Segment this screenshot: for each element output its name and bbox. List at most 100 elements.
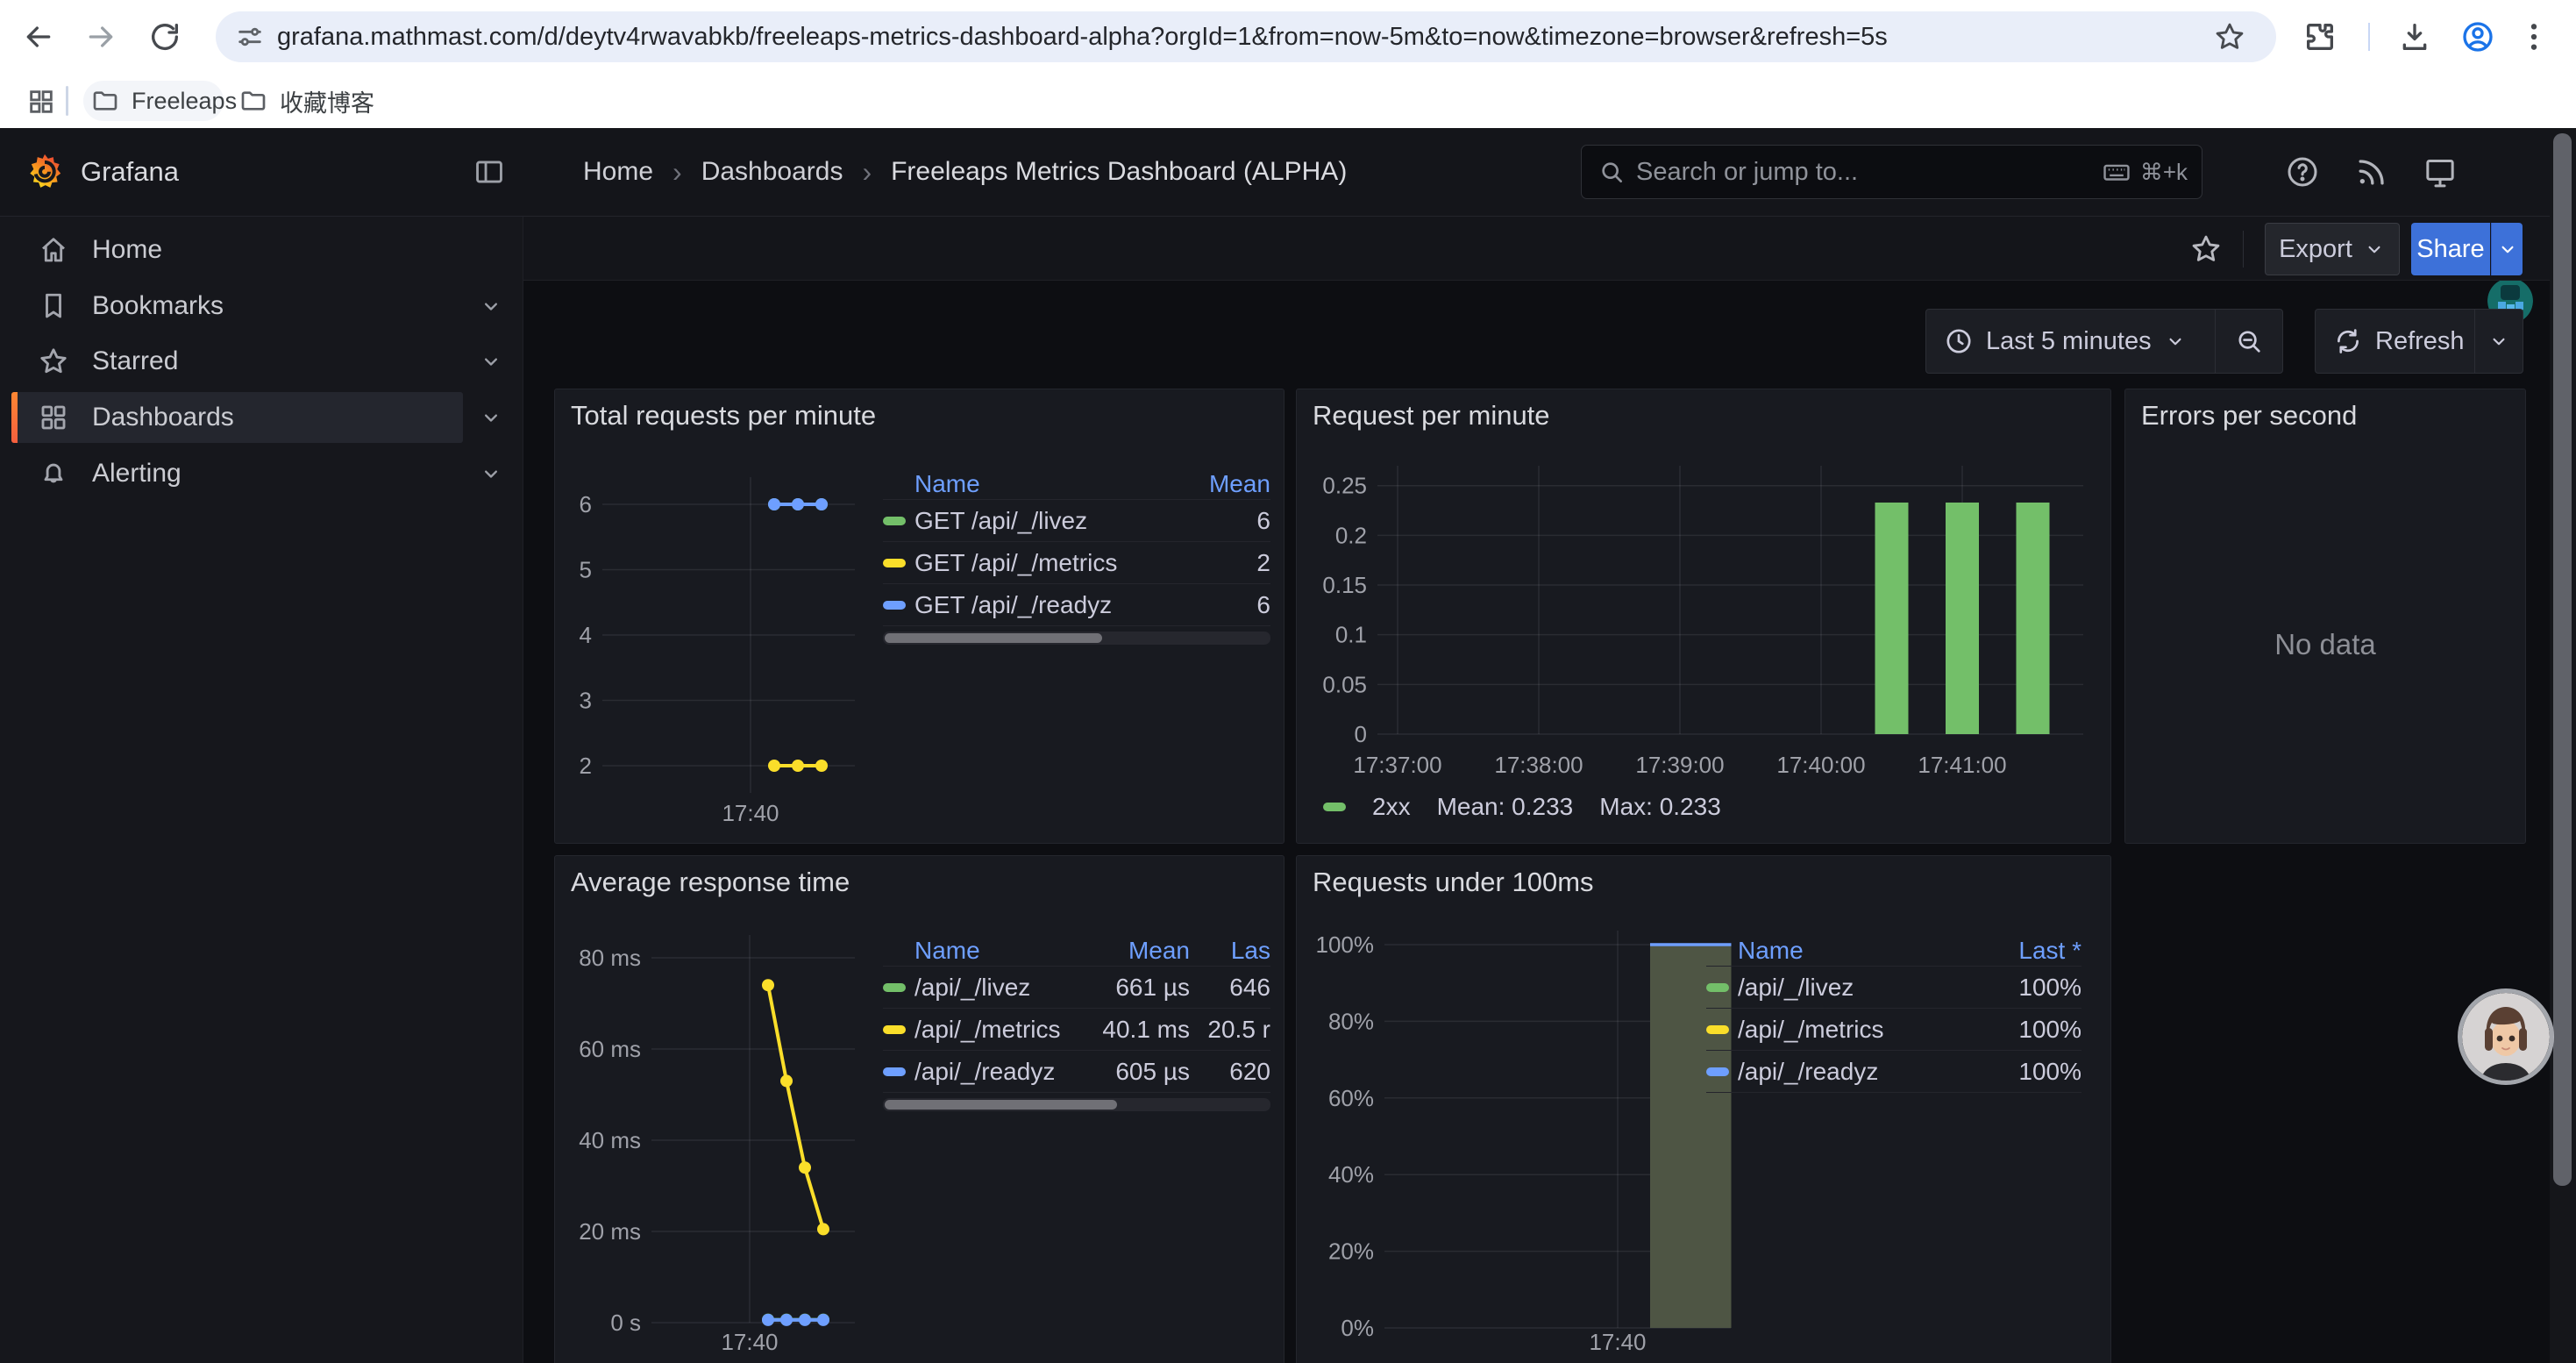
extensions-icon[interactable] <box>2302 19 2338 54</box>
scrollbar-thumb[interactable] <box>2553 133 2572 1186</box>
news-rss-icon[interactable] <box>2354 154 2389 189</box>
svg-text:60%: 60% <box>1328 1085 1374 1111</box>
profile-icon[interactable] <box>2460 19 2495 54</box>
bookmarks-divider <box>66 86 68 116</box>
time-range-picker[interactable]: Last 5 minutes <box>1926 310 2215 373</box>
panel-title[interactable]: Average response time <box>571 867 850 898</box>
sidebar-item-dashboards[interactable]: Dashboards <box>11 392 463 443</box>
legend-row[interactable]: /api/_/livez100% <box>1706 967 2081 1009</box>
legend-table: NameLast */api/_/livez100%/api/_/metrics… <box>1706 935 2081 1093</box>
table-scrollbar[interactable] <box>883 1098 1270 1111</box>
site-info-icon[interactable] <box>235 22 265 52</box>
sidebar-item-label: Alerting <box>92 459 181 489</box>
legend-row[interactable]: /api/_/readyz605 µs620 <box>883 1051 1270 1093</box>
bookmark-label: Freeleaps <box>132 88 237 115</box>
panel-title[interactable]: Total requests per minute <box>571 400 876 432</box>
share-button[interactable]: Share <box>2411 223 2490 275</box>
kiosk-monitor-icon[interactable] <box>2423 154 2458 189</box>
downloads-icon[interactable] <box>2397 19 2432 54</box>
refresh-interval-button[interactable] <box>2475 310 2523 373</box>
legend-table-header: NameMean <box>883 468 1270 500</box>
svg-text:17:38:00: 17:38:00 <box>1494 752 1583 778</box>
legend-row[interactable]: /api/_/readyz100% <box>1706 1051 2081 1093</box>
share-menu-button[interactable] <box>2491 223 2523 275</box>
forward-icon[interactable] <box>83 19 118 54</box>
legend-max: Max: 0.233 <box>1599 793 1721 821</box>
grafana-logo-icon <box>25 151 65 193</box>
legend-row[interactable]: GET /api/_/readyz6 <box>883 584 1270 626</box>
panel-request-per-minute: Request per minute 0.250.20.150.10.05017… <box>1296 389 2111 844</box>
search-input[interactable]: Search or jump to... ⌘+k <box>1581 145 2202 199</box>
legend-row[interactable]: GET /api/_/livez6 <box>883 500 1270 542</box>
area-chart[interactable]: 100%80%60%40%20%0%17:40 <box>1302 896 1758 1363</box>
legend-row[interactable]: /api/_/metrics40.1 ms20.5 r <box>883 1009 1270 1051</box>
refresh-controls: Refresh <box>2315 309 2523 374</box>
panel-title[interactable]: Request per minute <box>1313 400 1550 432</box>
chevron-down-icon[interactable] <box>479 405 503 430</box>
sidebar-item-starred[interactable]: Starred <box>11 336 463 387</box>
panel-errors-per-second: Errors per second No data <box>2124 389 2526 844</box>
sidebar-item-label: Bookmarks <box>92 291 224 321</box>
zoom-out-button[interactable] <box>2216 310 2282 373</box>
grafana-brand[interactable]: Grafana <box>25 128 179 216</box>
sidebar-item-bookmarks[interactable]: Bookmarks <box>11 281 463 332</box>
address-bar[interactable]: grafana.mathmast.com/d/deytv4rwavabkb/fr… <box>216 11 2276 62</box>
legend-table: NameMeanLas/api/_/livez661 µs646/api/_/m… <box>883 935 1270 1111</box>
legend-mean: Mean: 0.233 <box>1437 793 1574 821</box>
panel-title[interactable]: Errors per second <box>2141 400 2357 432</box>
svg-text:17:41:00: 17:41:00 <box>1918 752 2006 778</box>
svg-text:0.05: 0.05 <box>1322 671 1367 697</box>
bar-chart[interactable]: 0.250.20.150.10.05017:37:0017:38:0017:39… <box>1302 429 2102 797</box>
svg-text:20 ms: 20 ms <box>579 1218 641 1245</box>
sidebar-item-home[interactable]: Home <box>11 225 463 275</box>
legend-swatch <box>1706 983 1729 992</box>
bell-icon <box>38 458 69 489</box>
timeseries-chart[interactable]: 6543217:40 <box>560 429 885 841</box>
search-icon <box>1598 158 1626 186</box>
svg-text:0.15: 0.15 <box>1322 572 1367 598</box>
panel-average-response-time: Average response time 80 ms60 ms40 ms20 … <box>554 855 1284 1363</box>
chevron-down-icon <box>2487 330 2510 353</box>
svg-text:17:37:00: 17:37:00 <box>1353 752 1441 778</box>
folder-icon <box>91 87 119 115</box>
refresh-button[interactable]: Refresh <box>2316 310 2474 373</box>
url-text[interactable]: grafana.mathmast.com/d/deytv4rwavabkb/fr… <box>277 23 1888 52</box>
reload-icon[interactable] <box>147 19 182 54</box>
chevron-down-icon[interactable] <box>479 461 503 486</box>
chevron-down-icon[interactable] <box>479 294 503 318</box>
export-button[interactable]: Export <box>2265 223 2400 275</box>
timeseries-chart[interactable]: 80 ms60 ms40 ms20 ms0 s17:40 <box>560 896 885 1363</box>
browser-menu-icon[interactable] <box>2516 19 2551 54</box>
bookmark-folder-freeleaps[interactable]: Freeleaps <box>91 74 237 128</box>
floating-assistant-avatar[interactable] <box>2462 993 2550 1081</box>
chart-legend[interactable]: 2xx Mean: 0.233 Max: 0.233 <box>1323 793 1721 821</box>
dashboard-star-icon[interactable] <box>2189 232 2223 266</box>
bookmark-folder-blogs[interactable]: 收藏博客 <box>239 74 374 128</box>
legend-row[interactable]: /api/_/livez661 µs646 <box>883 967 1270 1009</box>
sidebar-item-alerting[interactable]: Alerting <box>11 448 463 499</box>
chevron-down-icon[interactable] <box>479 349 503 374</box>
legend-table-header: NameLast * <box>1706 935 2081 967</box>
table-scrollbar[interactable] <box>883 632 1270 645</box>
svg-text:40%: 40% <box>1328 1161 1374 1188</box>
apps-grid-icon[interactable] <box>26 87 56 117</box>
bookmark-star-icon[interactable] <box>2213 20 2246 54</box>
sidebar-item-label: Dashboards <box>92 403 234 432</box>
search-shortcut: ⌘+k <box>2102 157 2188 187</box>
svg-text:0%: 0% <box>1341 1315 1374 1341</box>
panel-title[interactable]: Requests under 100ms <box>1313 867 1594 898</box>
help-icon[interactable] <box>2285 154 2320 189</box>
clock-icon <box>1944 326 1974 356</box>
sidebar-toggle-icon[interactable] <box>473 155 506 189</box>
breadcrumb-home[interactable]: Home <box>583 157 653 187</box>
legend-swatch <box>1323 803 1346 811</box>
svg-text:100%: 100% <box>1316 931 1375 958</box>
legend-row[interactable]: /api/_/metrics100% <box>1706 1009 2081 1051</box>
svg-text:17:39:00: 17:39:00 <box>1635 752 1724 778</box>
legend-table: NameMeanGET /api/_/livez6GET /api/_/metr… <box>883 468 1270 645</box>
legend-swatch <box>1706 1067 1729 1076</box>
back-icon[interactable] <box>21 19 56 54</box>
bookmarks-bar: Freeleaps 收藏博客 <box>0 74 2576 128</box>
legend-row[interactable]: GET /api/_/metrics2 <box>883 542 1270 584</box>
breadcrumb-dashboards[interactable]: Dashboards <box>701 157 843 187</box>
